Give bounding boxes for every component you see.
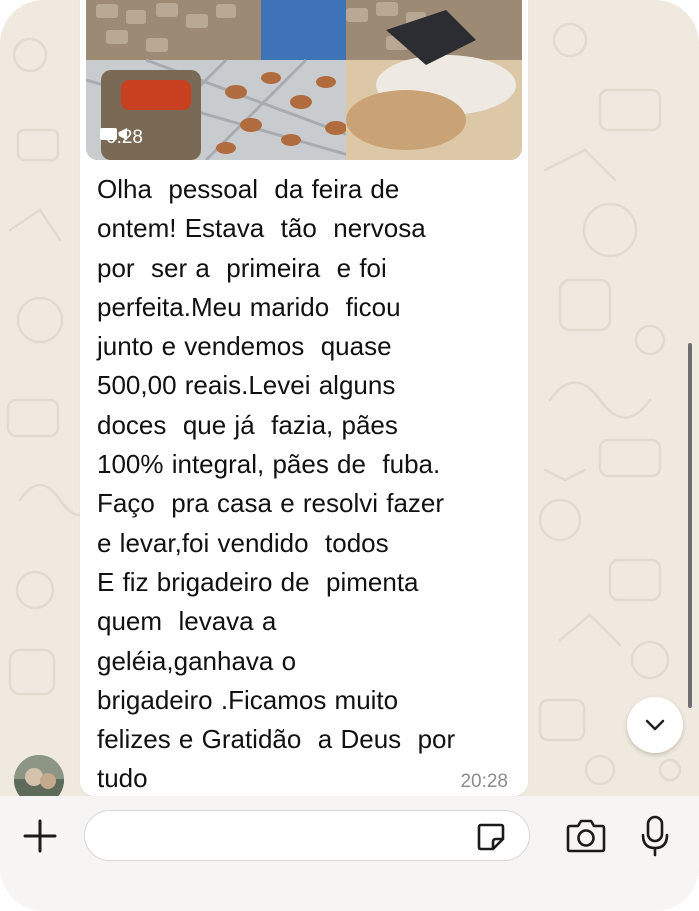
message-timestamp: 20:28 — [460, 771, 508, 792]
camera-icon — [564, 818, 608, 854]
composer-bar — [0, 796, 699, 911]
video-thumbnail[interactable]: 0:28 — [86, 0, 522, 160]
plus-icon — [22, 818, 58, 854]
video-duration: 0:28 — [100, 126, 143, 150]
sticker-button[interactable] — [473, 819, 509, 855]
voice-message-button[interactable] — [634, 812, 676, 860]
sticker-icon — [475, 821, 507, 853]
camera-button[interactable] — [562, 814, 610, 858]
message-input-field[interactable] — [103, 819, 467, 853]
message-text: Olha pessoal da feira de ontem! Estava t… — [97, 174, 456, 794]
scrollbar[interactable] — [688, 343, 692, 708]
message-bubble[interactable]: 0:28 Olha pessoal da feira de ontem! Est… — [80, 0, 528, 796]
message-input[interactable] — [84, 810, 530, 861]
chat-screen: 0:28 Olha pessoal da feira de ontem! Est… — [0, 0, 699, 911]
scroll-to-bottom-button[interactable] — [627, 697, 683, 753]
add-attachment-button[interactable] — [18, 814, 62, 858]
microphone-icon — [639, 814, 671, 858]
chevron-down-icon — [644, 718, 666, 732]
